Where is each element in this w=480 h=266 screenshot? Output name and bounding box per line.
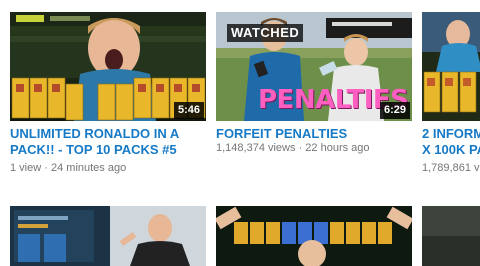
video-title-line: 2 INFORM bbox=[422, 126, 480, 141]
video-thumbnail[interactable]: 5:46 bbox=[10, 12, 206, 121]
video-meta: 1,789,861 v bbox=[422, 162, 480, 175]
view-count: 1,789,861 v bbox=[422, 162, 480, 174]
thumbnail-image bbox=[216, 206, 412, 266]
watched-badge: WATCHED bbox=[227, 24, 304, 42]
meta-separator: · bbox=[44, 162, 48, 174]
video-card[interactable]: 2 INFORM x 100K PA 1,789,861 v bbox=[422, 12, 480, 176]
video-duration: 6:29 bbox=[379, 102, 410, 119]
video-title-link[interactable]: 2 INFORM x 100K PA bbox=[422, 126, 480, 158]
video-thumbnail[interactable] bbox=[10, 206, 206, 266]
video-title-link[interactable]: FORFEIT PENALTIES bbox=[216, 126, 412, 142]
thumbnail-image bbox=[422, 206, 480, 266]
video-meta: 1 view · 24 minutes ago bbox=[10, 162, 210, 175]
upload-age: 24 minutes ago bbox=[50, 162, 127, 174]
video-thumbnail[interactable] bbox=[422, 12, 480, 121]
upload-age: 22 hours ago bbox=[305, 142, 370, 154]
video-thumbnail[interactable] bbox=[216, 206, 412, 266]
meta-separator: · bbox=[298, 142, 303, 154]
video-title-line: x 100K PA bbox=[422, 142, 480, 157]
video-card[interactable]: 5:46 UNLIMITED RONALDO IN A PACK!! - TOP… bbox=[10, 12, 206, 176]
video-title-link[interactable]: UNLIMITED RONALDO IN A PACK!! - TOP 10 P… bbox=[10, 126, 206, 158]
thumbnail-image bbox=[422, 12, 480, 121]
video-thumbnail[interactable]: WATCHED PENALTIES 6:29 bbox=[216, 12, 412, 121]
view-count: 1,148,374 views bbox=[216, 142, 296, 154]
video-meta: 1,148,374 views · 22 hours ago bbox=[216, 142, 416, 155]
video-duration: 5:46 bbox=[173, 102, 204, 119]
thumbnail-image bbox=[10, 206, 206, 266]
video-thumbnail[interactable] bbox=[422, 206, 480, 266]
video-card[interactable]: WATCHED PENALTIES 6:29 FORFEIT PENALTIES… bbox=[216, 12, 412, 176]
view-count: 1 view bbox=[10, 162, 42, 174]
